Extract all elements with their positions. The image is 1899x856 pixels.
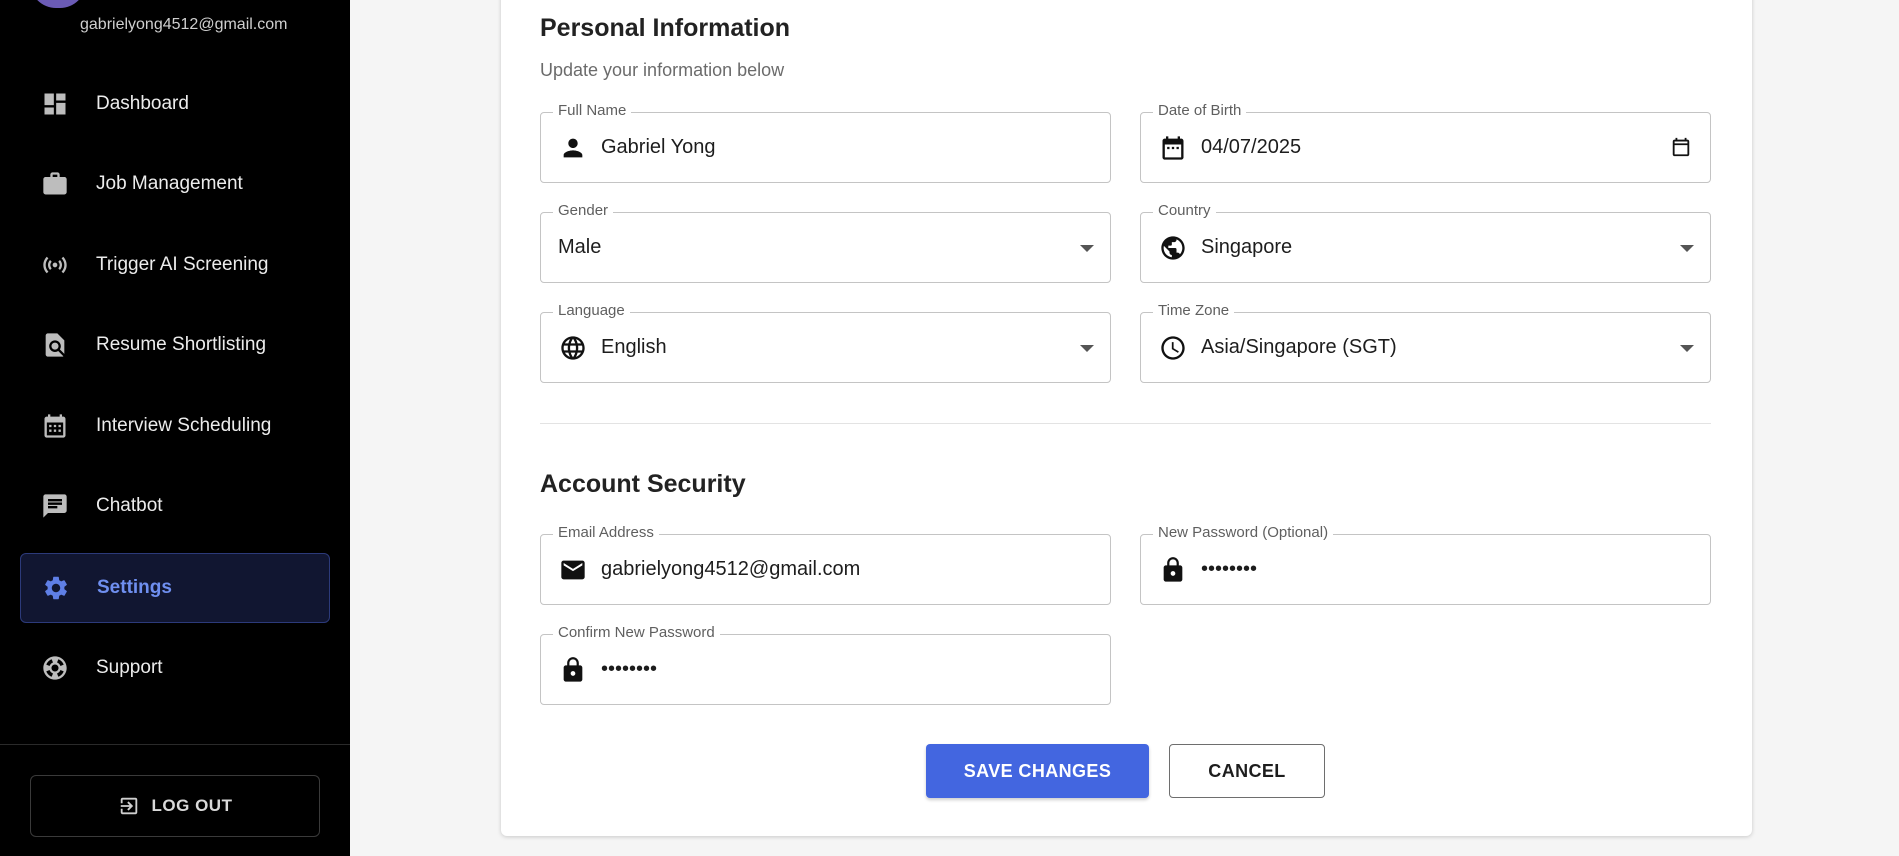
email-field[interactable]: Email Address gabrielyong4512@gmail.com <box>540 524 1111 605</box>
sidebar-item-trigger-ai-screening[interactable]: Trigger AI Screening <box>20 230 330 300</box>
sidebar-item-label: Resume Shortlisting <box>96 334 267 355</box>
gender-value: Male <box>558 236 602 258</box>
sidebar-item-chatbot[interactable]: Chatbot <box>20 471 330 541</box>
logout-button[interactable]: LOG OUT <box>30 775 320 837</box>
sidebar-item-label: Support <box>96 657 163 678</box>
sidebar-item-label: Chatbot <box>96 495 163 516</box>
chevron-down-icon <box>1080 345 1094 352</box>
calendar-icon <box>1159 134 1187 162</box>
gear-icon <box>41 573 71 603</box>
lifebuoy-icon <box>40 653 70 683</box>
full-name-value: Gabriel Yong <box>601 136 716 158</box>
sidebar-item-resume-shortlisting[interactable]: Resume Shortlisting <box>20 310 330 380</box>
confirm-password-value: •••••••• <box>601 658 658 680</box>
country-value: Singapore <box>1201 236 1293 258</box>
sidebar: gabrielyong4512@gmail.com Dashboard Job … <box>0 0 350 856</box>
date-picker-icon[interactable] <box>1670 136 1692 158</box>
field-label: Date of Birth <box>1153 102 1247 119</box>
country-select[interactable]: Country Singapore <box>1140 202 1711 283</box>
field-label: Gender <box>553 202 614 219</box>
timezone-select[interactable]: Time Zone Asia/Singapore (SGT) <box>1140 302 1711 383</box>
sidebar-item-interview-scheduling[interactable]: Interview Scheduling <box>20 391 330 461</box>
date-of-birth-field[interactable]: Date of Birth 04/07/2025 <box>1140 102 1711 183</box>
document-search-icon <box>40 330 70 360</box>
sidebar-divider <box>0 744 350 745</box>
avatar <box>30 0 86 8</box>
field-label: Language <box>553 302 630 319</box>
user-profile <box>30 0 86 8</box>
sidebar-item-job-management[interactable]: Job Management <box>20 149 330 219</box>
field-label: Confirm New Password <box>553 624 720 641</box>
sidebar-item-label: Job Management <box>96 173 243 194</box>
sidebar-item-label: Settings <box>97 577 172 598</box>
date-of-birth-value: 04/07/2025 <box>1201 136 1302 158</box>
language-icon <box>559 334 587 362</box>
language-select[interactable]: Language English <box>540 302 1111 383</box>
chat-icon <box>40 491 70 521</box>
chevron-down-icon <box>1080 245 1094 252</box>
sidebar-item-label: Dashboard <box>96 93 189 114</box>
sidebar-item-dashboard[interactable]: Dashboard <box>20 69 330 139</box>
email-value: gabrielyong4512@gmail.com <box>601 558 861 580</box>
sidebar-item-settings[interactable]: Settings <box>20 553 330 623</box>
broadcast-icon <box>40 250 70 280</box>
chevron-down-icon <box>1680 245 1694 252</box>
field-label: Country <box>1153 202 1216 219</box>
save-changes-button[interactable]: SAVE CHANGES <box>926 744 1149 798</box>
sidebar-item-support[interactable]: Support <box>20 633 330 703</box>
account-security-title: Account Security <box>540 470 746 498</box>
new-password-value: •••••••• <box>1201 558 1258 580</box>
dashboard-icon <box>40 89 70 119</box>
personal-info-title: Personal Information <box>540 14 791 42</box>
person-icon <box>559 134 587 162</box>
clock-icon <box>1159 334 1187 362</box>
lock-icon <box>559 656 587 684</box>
field-label: Time Zone <box>1153 302 1235 319</box>
field-label: Full Name <box>553 102 632 119</box>
field-label: Email Address <box>553 524 659 541</box>
mail-icon <box>559 556 587 584</box>
confirm-password-field[interactable]: Confirm New Password •••••••• <box>540 624 1111 705</box>
field-label: New Password (Optional) <box>1153 524 1334 541</box>
sidebar-item-label: Trigger AI Screening <box>96 254 269 275</box>
language-value: English <box>601 336 667 358</box>
full-name-field[interactable]: Full Name Gabriel Yong <box>540 102 1111 183</box>
cancel-button[interactable]: CANCEL <box>1169 744 1325 798</box>
briefcase-icon <box>40 169 70 199</box>
chevron-down-icon <box>1680 345 1694 352</box>
gender-select[interactable]: Gender Male <box>540 202 1111 283</box>
globe-icon <box>1159 234 1187 262</box>
user-email: gabrielyong4512@gmail.com <box>80 16 288 33</box>
logout-label: LOG OUT <box>151 796 233 815</box>
new-password-field[interactable]: New Password (Optional) •••••••• <box>1140 524 1711 605</box>
timezone-value: Asia/Singapore (SGT) <box>1201 336 1397 358</box>
section-divider <box>540 423 1711 424</box>
logout-icon <box>120 797 137 815</box>
calendar-icon <box>40 411 70 441</box>
lock-icon <box>1159 556 1187 584</box>
sidebar-item-label: Interview Scheduling <box>96 415 272 436</box>
personal-info-subtitle: Update your information below <box>540 60 785 80</box>
